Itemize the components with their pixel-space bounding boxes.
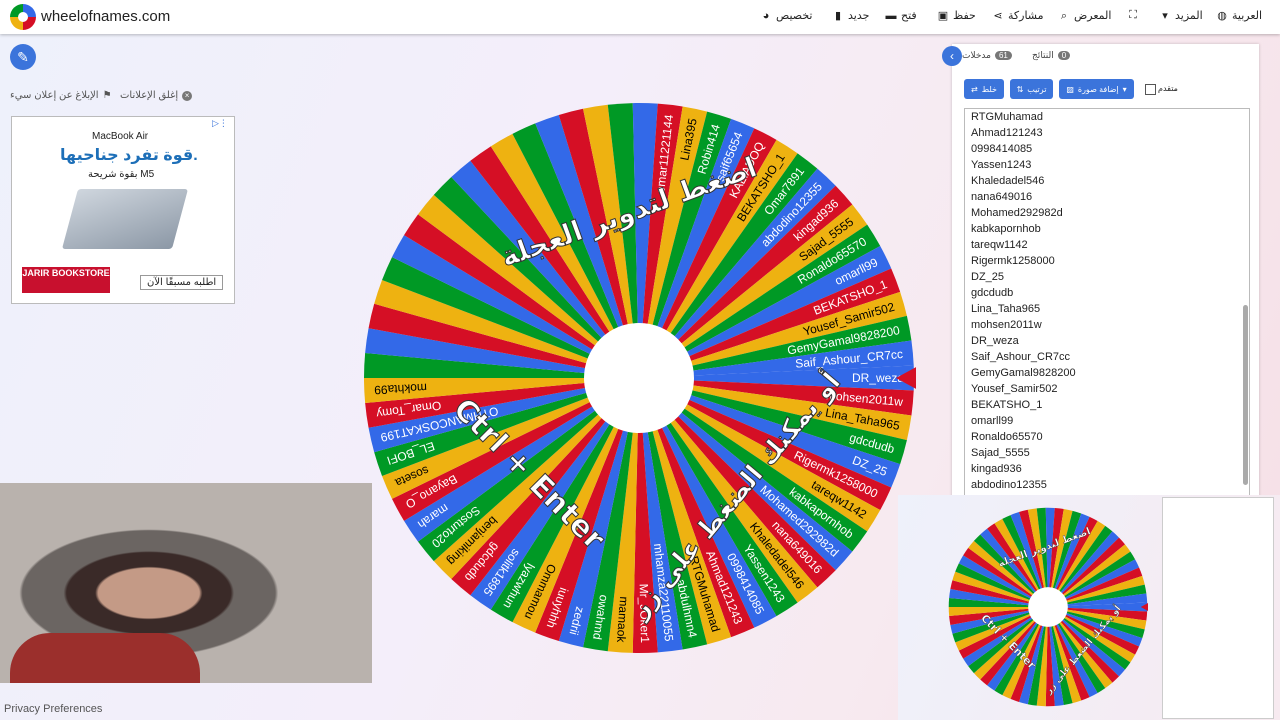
globe-icon: ◍ <box>1217 9 1227 22</box>
entries-count-badge: 61 <box>994 51 1012 60</box>
wheel-center[interactable] <box>584 323 694 433</box>
advanced-label: متقدم <box>1158 84 1178 93</box>
caret-down-icon: ▾ <box>1162 9 1168 22</box>
entries-tab-label: مدخلات <box>962 50 991 60</box>
laptop-image <box>61 189 189 249</box>
entry-line[interactable]: mohsen2011w <box>965 317 1249 333</box>
wheel-center[interactable] <box>1028 587 1068 627</box>
flag-icon: ⚑ <box>102 90 112 101</box>
entry-line[interactable]: Lina_Taha965 <box>965 301 1249 317</box>
search-icon: ⌕ <box>1060 9 1068 22</box>
entry-line[interactable]: Ahmad121243 <box>965 125 1249 141</box>
entry-line[interactable]: tareqw1142 <box>965 237 1249 253</box>
collapse-panel-button[interactable]: ‹ <box>942 46 962 66</box>
language-label: العربية <box>1232 10 1263 22</box>
report-ad-label: الإبلاغ عن إعلان سيء <box>10 90 99 101</box>
entry-line[interactable]: abdodino12355 <box>965 477 1249 493</box>
more-label: المزيد <box>1175 10 1203 22</box>
ad-subline: بقوة شريحة M5 <box>88 169 155 180</box>
entry-line[interactable]: Saif_Ashour_CR7cc <box>965 349 1249 365</box>
entry-line[interactable]: Khaledadel546 <box>965 173 1249 189</box>
ad-info-icon[interactable]: ▷⋮ <box>212 118 228 129</box>
entry-line[interactable]: kabkapornhob <box>965 221 1249 237</box>
folder-icon: ▬ <box>885 9 897 22</box>
more-menu[interactable]: ▾ المزيد <box>1159 9 1203 23</box>
language-menu[interactable]: ◍ العربية <box>1216 9 1263 23</box>
webcam-overlay <box>0 483 372 683</box>
entry-line[interactable]: DZ_25 <box>965 269 1249 285</box>
shuffle-label: خلط <box>981 84 997 94</box>
entry-line[interactable]: GemyGamal9828200 <box>965 365 1249 381</box>
report-ad-link[interactable]: الإبلاغ عن إعلان سيء ⚑ <box>10 90 112 101</box>
webcam-person <box>10 633 200 683</box>
advanced-checkbox[interactable] <box>1145 84 1156 95</box>
entry-line[interactable]: DR_weza <box>965 333 1249 349</box>
top-bar: wheelofnames.com ◍ العربية ▾ المزيد ⛶ ⌕ … <box>0 0 1280 34</box>
open-label: فتح <box>901 10 917 22</box>
tab-entries[interactable]: مدخلات 61 <box>962 50 1012 61</box>
entry-line[interactable]: Yousef_Samir502 <box>965 381 1249 397</box>
entry-line[interactable]: RTGMuhamad <box>965 109 1249 125</box>
share-button[interactable]: ⋖ مشاركة <box>992 9 1044 23</box>
site-logo[interactable] <box>10 4 36 30</box>
site-title[interactable]: wheelofnames.com <box>41 8 170 25</box>
entry-line[interactable]: kingad936 <box>965 461 1249 477</box>
entry-line[interactable]: Yassen1243 <box>965 157 1249 173</box>
shuffle-button[interactable]: ⇄ خلط <box>964 79 1004 99</box>
open-button[interactable]: ▬ فتح <box>885 9 917 23</box>
ad-store: JARIR BOOKSTORE <box>22 267 110 293</box>
entry-line[interactable]: nana649016 <box>965 189 1249 205</box>
palette-icon: ◕ <box>762 9 770 22</box>
close-circle-icon: × <box>182 90 193 101</box>
shuffle-icon: ⇄ <box>971 84 978 94</box>
file-icon: ▮ <box>834 9 842 22</box>
add-image-label: إضافة صورة <box>1077 84 1119 94</box>
entry-line[interactable]: gdcdudb <box>965 285 1249 301</box>
customize-button[interactable]: ◕ تخصيص <box>760 9 813 23</box>
ad-headline: قوة تفرد جناحيها. <box>60 147 198 164</box>
customize-label: تخصيص <box>776 10 813 22</box>
save-label: حفظ <box>953 10 976 22</box>
new-button[interactable]: ▮ جديد <box>832 9 870 23</box>
gallery-label: المعرض <box>1074 10 1112 22</box>
entries-textarea[interactable]: RTGMuhamad Ahmad121243 0998414085 Yassen124… <box>964 108 1250 496</box>
spin-wheel[interactable]: DR_wezamohsen2011wLina_Taha965gdcdudbDZ_… <box>362 101 916 655</box>
add-image-button[interactable]: ▨ إضافة صورة ▾ <box>1059 79 1134 99</box>
gallery-button[interactable]: ⌕ المعرض <box>1058 9 1112 23</box>
entry-line[interactable]: Mohamed292982d <box>965 205 1249 221</box>
mirrored-wheel: اضغط لتدوير العجلةCtrl + Enter أو يمكنك ا… <box>948 507 1148 707</box>
advertisement[interactable]: MacBook Air قوة تفرد جناحيها. بقوة شريحة… <box>11 116 235 304</box>
sort-icon: ⇅ <box>1016 84 1024 94</box>
privacy-preferences-link[interactable]: Privacy Preferences <box>4 703 102 715</box>
entry-line[interactable]: 0998414085 <box>965 141 1249 157</box>
image-icon: ▨ <box>1066 84 1074 94</box>
wheel-entry-label: mokhta99 <box>374 381 428 397</box>
ad-cta-button[interactable]: اطلبه مسبقًا الآن <box>140 275 224 290</box>
sort-button[interactable]: ⇅ ترتيب <box>1010 79 1053 99</box>
tab-results[interactable]: النتائج 0 <box>1032 50 1071 61</box>
close-ads-label: إغلق الإعلانات <box>120 90 179 101</box>
save-button[interactable]: ▣ حفظ <box>937 9 976 23</box>
entry-line[interactable]: BEKATSHO_1 <box>965 397 1249 413</box>
ad-brand: MacBook Air <box>92 131 149 142</box>
entry-line[interactable]: Sajad_5555 <box>965 445 1249 461</box>
scrollbar[interactable] <box>1243 305 1248 485</box>
new-label: جديد <box>848 10 870 22</box>
entry-line[interactable]: omarll99 <box>965 413 1249 429</box>
fullscreen-button[interactable]: ⛶ <box>1127 9 1139 21</box>
entry-line[interactable]: Ronaldo65570 <box>965 429 1249 445</box>
caret-down-icon: ▾ <box>1122 84 1127 94</box>
mirrored-entries-panel <box>1162 497 1274 719</box>
results-tab-label: النتائج <box>1032 50 1054 60</box>
sort-label: ترتيب <box>1027 84 1047 94</box>
share-icon: ⋖ <box>993 9 1003 22</box>
results-count-badge: 0 <box>1057 51 1071 60</box>
edit-icon[interactable]: ✎ <box>10 44 36 70</box>
save-icon: ▣ <box>937 9 949 22</box>
close-ads-link[interactable]: إغلق الإعلانات × <box>120 90 193 101</box>
share-label: مشاركة <box>1008 10 1044 22</box>
entry-line[interactable]: Rigermk1258000 <box>965 253 1249 269</box>
fullscreen-icon: ⛶ <box>1129 9 1137 21</box>
